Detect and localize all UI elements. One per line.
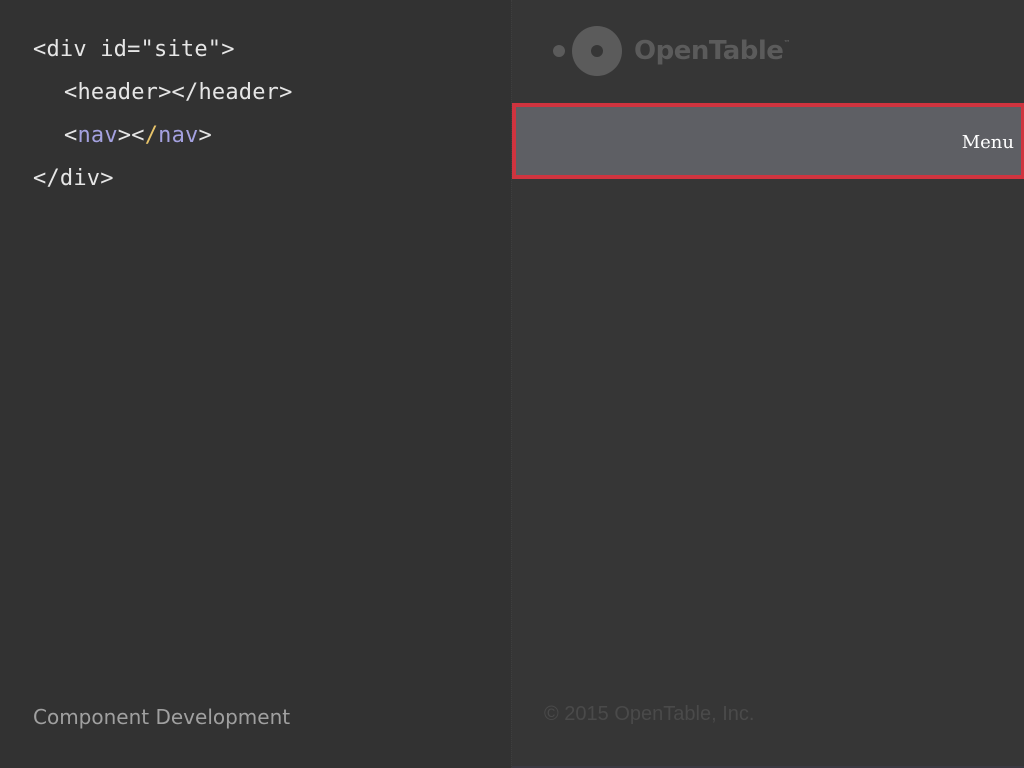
code-token-bracket: <	[64, 123, 78, 148]
opentable-logo-icon	[553, 26, 622, 76]
code-line-3: <nav></nav>	[33, 116, 293, 159]
demo-panel: OpenTable™ Menu © 2015 OpenTable, Inc.	[511, 0, 1024, 768]
code-token-slash: /	[144, 123, 159, 148]
code-token-brackets: ><	[117, 123, 145, 148]
code-line-1: <div id="site">	[33, 37, 235, 62]
slide-footer-title: Component Development	[33, 705, 291, 729]
slide: <div id="site"> <header></header> <nav><…	[0, 0, 1024, 768]
code-token-end-bracket: >	[198, 123, 212, 148]
logo-brand-text: OpenTable	[634, 36, 784, 66]
code-token-nav-open: nav	[77, 123, 118, 148]
code-line-4: </div>	[33, 166, 114, 191]
menu-button[interactable]: Menu	[962, 132, 1014, 153]
opentable-logo[interactable]: OpenTable™	[552, 25, 790, 77]
code-panel: <div id="site"> <header></header> <nav><…	[0, 0, 511, 768]
logo-trademark: ™	[783, 39, 790, 47]
code-token-nav-close: nav	[158, 123, 199, 148]
opentable-logo-text: OpenTable™	[634, 36, 790, 66]
code-block: <div id="site"> <header></header> <nav><…	[33, 30, 293, 202]
nav-bar-highlighted: Menu	[512, 103, 1024, 179]
code-line-2: <header></header>	[64, 80, 293, 105]
copyright-text: © 2015 OpenTable, Inc.	[544, 703, 755, 725]
